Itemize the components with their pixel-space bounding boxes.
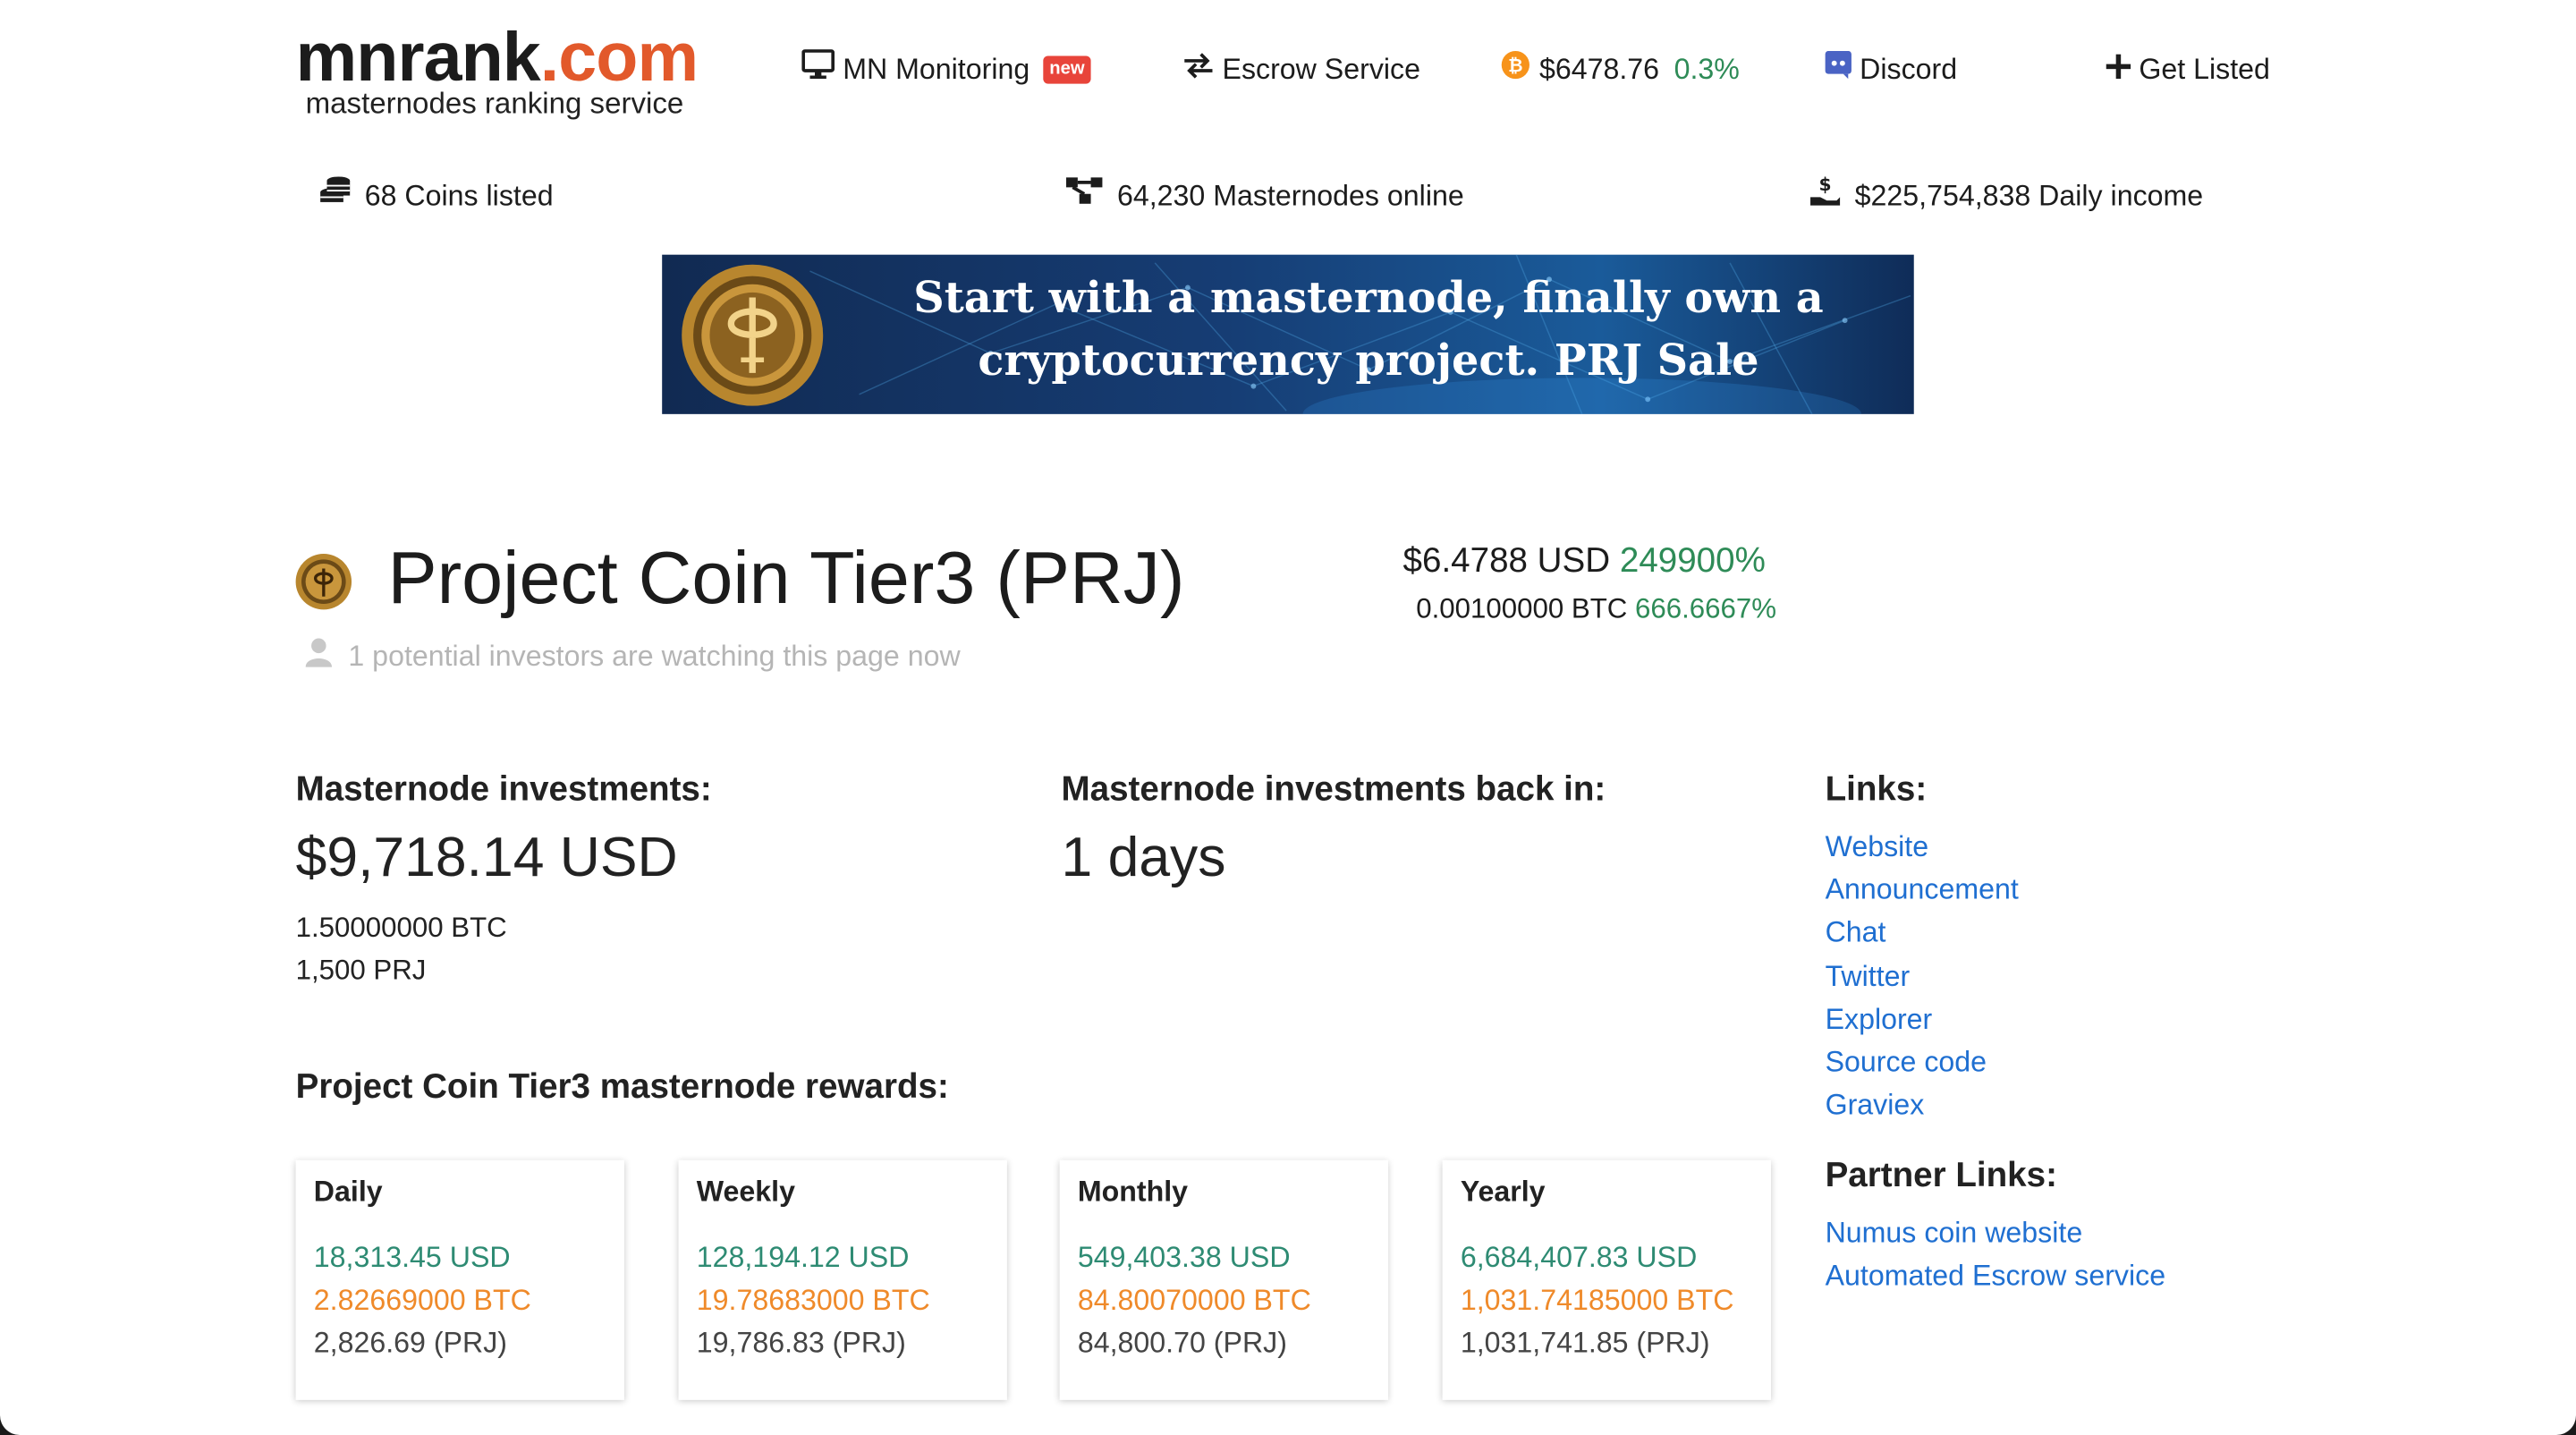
nav-discord[interactable]: Discord	[1825, 49, 1958, 89]
link-twitter[interactable]: Twitter	[1826, 954, 2019, 997]
stat-masternodes-text: 64,230 Masternodes online	[1116, 179, 1464, 212]
reward-card-weekly: Weekly 128,194.12 USD 19.78683000 BTC 19…	[678, 1159, 1007, 1400]
investment-coins: 1,500 PRJ	[295, 955, 427, 987]
reward-card-yearly: Yearly 6,684,407.83 USD 1,031.74185000 B…	[1442, 1159, 1771, 1400]
nav-get-listed[interactable]: Get Listed	[2106, 49, 2270, 89]
price-usd: $6.4788 USD 249900%	[1403, 542, 1766, 582]
link-explorer[interactable]: Explorer	[1826, 998, 2019, 1040]
link-website[interactable]: Website	[1826, 825, 2019, 868]
coin-logo	[294, 552, 353, 619]
network-nodes-icon	[1064, 176, 1104, 216]
banner-line-1: Start with a masternode, finally own a	[913, 274, 1824, 324]
btc-price-change: 0.3%	[1674, 52, 1740, 86]
stat-coins-listed-text: 68 Coins listed	[364, 179, 554, 212]
reward-period: Monthly	[1077, 1175, 1189, 1208]
reward-btc: 19.78683000 BTC	[696, 1283, 930, 1317]
nav-escrow-label: Escrow Service	[1222, 52, 1420, 86]
page-title: Project Coin Tier3 (PRJ)	[387, 535, 1185, 620]
reward-period: Daily	[313, 1175, 383, 1208]
link-automated-escrow[interactable]: Automated Escrow service	[1826, 1254, 2166, 1297]
discord-icon	[1825, 49, 1852, 89]
page: mnrank.com masternodes ranking service M…	[0, 0, 2576, 1434]
reward-coin: 1,031,741.85 (PRJ)	[1460, 1326, 1710, 1359]
investment-btc: 1.50000000 BTC	[295, 912, 507, 944]
stat-masternodes-online: 64,230 Masternodes online	[1064, 176, 1464, 216]
payback-value: 1 days	[1061, 826, 1226, 889]
reward-card-monthly: Monthly 549,403.38 USD 84.80070000 BTC 8…	[1059, 1159, 1389, 1400]
investment-heading: Masternode investments:	[295, 770, 712, 809]
hand-dollar-icon: $	[1809, 174, 1842, 217]
svg-text:₿: ₿	[1508, 54, 1522, 75]
logo-main-text: mnrank	[295, 18, 541, 96]
watchers-text: 1 potential investors are watching this …	[348, 639, 961, 673]
reward-btc: 2.82669000 BTC	[313, 1283, 531, 1317]
partner-links-list: Numus coin website Automated Escrow serv…	[1826, 1211, 2166, 1297]
advertisement-banner[interactable]: Start with a masternode, finally own a c…	[662, 254, 1914, 414]
new-badge: new	[1042, 55, 1091, 83]
reward-coin: 2,826.69 (PRJ)	[313, 1326, 507, 1359]
nav-mn-monitoring[interactable]: MN Monitoring new	[801, 49, 1091, 89]
links-list: Website Announcement Chat Twitter Explor…	[1826, 825, 2019, 1126]
price-btc-value: 0.00100000 BTC	[1416, 593, 1628, 624]
reward-coin: 19,786.83 (PRJ)	[696, 1326, 906, 1359]
link-graviex[interactable]: Graviex	[1826, 1083, 2019, 1126]
monitor-icon	[801, 49, 835, 89]
logo-tagline: masternodes ranking service	[305, 87, 684, 121]
btc-price-value: $6478.76	[1538, 52, 1660, 86]
reward-usd: 18,313.45 USD	[313, 1240, 511, 1274]
investment-usd: $9,718.14 USD	[295, 826, 678, 889]
links-heading: Links:	[1825, 770, 1928, 809]
coins-stack-icon	[318, 176, 352, 216]
reward-btc: 1,031.74185000 BTC	[1460, 1283, 1734, 1317]
reward-btc: 84.80070000 BTC	[1077, 1283, 1311, 1317]
reward-coin: 84,800.70 (PRJ)	[1077, 1326, 1287, 1359]
stat-daily-income: $ $225,754,838 Daily income	[1809, 174, 2204, 217]
browser-viewport: mnrank.com masternodes ranking service M…	[0, 0, 2576, 1435]
partner-links-heading: Partner Links:	[1825, 1157, 2057, 1195]
reward-period: Yearly	[1460, 1175, 1546, 1208]
reward-period: Weekly	[696, 1175, 795, 1208]
nav-discord-label: Discord	[1860, 52, 1958, 86]
banner-line-2: cryptocurrency project. PRJ Sale	[978, 336, 1759, 386]
banner-text: Start with a masternode, finally own a c…	[843, 267, 1894, 393]
price-btc-change: 666.6667%	[1635, 593, 1777, 624]
reward-usd: 128,194.12 USD	[696, 1240, 910, 1274]
exchange-arrows-icon	[1182, 49, 1214, 89]
watchers-notice: 1 potential investors are watching this …	[305, 638, 961, 675]
price-usd-value: $6.4788 USD	[1402, 542, 1611, 581]
link-numus-coin-website[interactable]: Numus coin website	[1826, 1211, 2166, 1254]
reward-usd: 549,403.38 USD	[1077, 1240, 1291, 1274]
nav-btc-price[interactable]: ₿ $6478.76 0.3%	[1500, 49, 1740, 89]
logo-tld-text: .com	[539, 18, 699, 96]
nav-get-listed-label: Get Listed	[2139, 52, 2270, 86]
svg-text:$: $	[1819, 174, 1832, 195]
prj-coin-logo	[682, 264, 824, 406]
reward-card-daily: Daily 18,313.45 USD 2.82669000 BTC 2,826…	[295, 1159, 624, 1400]
stat-coins-listed: 68 Coins listed	[318, 176, 554, 216]
bitcoin-icon: ₿	[1500, 48, 1531, 89]
payback-heading: Masternode investments back in:	[1061, 770, 1606, 809]
plus-icon	[2106, 49, 2131, 89]
nav-mn-monitoring-label: MN Monitoring	[843, 52, 1030, 86]
price-usd-change: 249900%	[1619, 542, 1766, 581]
nav-escrow-service[interactable]: Escrow Service	[1182, 49, 1420, 89]
link-announcement[interactable]: Announcement	[1826, 868, 2019, 911]
user-icon	[305, 638, 333, 675]
link-chat[interactable]: Chat	[1826, 911, 2019, 954]
price-btc: 0.00100000 BTC 666.6667%	[1416, 593, 1776, 626]
rewards-heading: Project Coin Tier3 masternode rewards:	[295, 1067, 949, 1107]
stat-daily-income-text: $225,754,838 Daily income	[1854, 179, 2204, 212]
reward-usd: 6,684,407.83 USD	[1460, 1240, 1698, 1274]
link-source-code[interactable]: Source code	[1826, 1040, 2019, 1083]
